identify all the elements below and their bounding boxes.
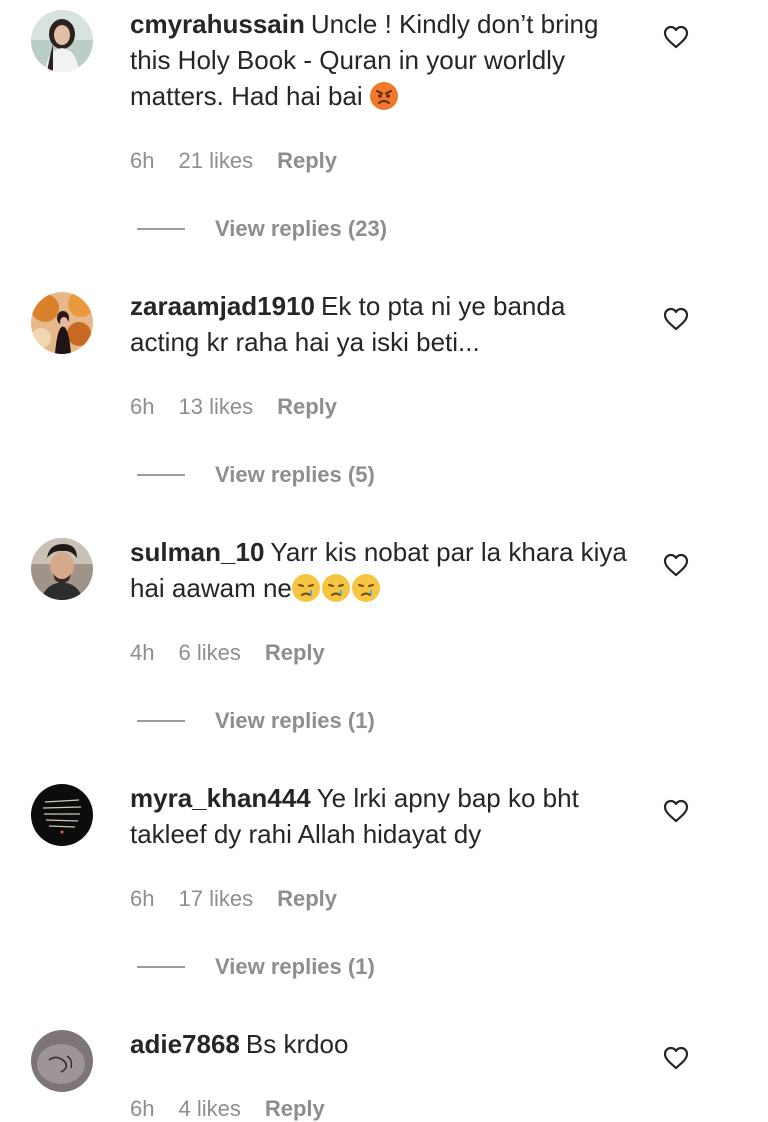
- reply-button[interactable]: Reply: [277, 148, 337, 174]
- timestamp: 6h: [130, 394, 155, 419]
- comment-text: myra_khan444 Ye lrki apny bap ko bht takl…: [130, 780, 630, 852]
- comment-item: adie7868 Bs krdoo 6h 4 likes Reply: [0, 1020, 768, 1121]
- angry-face-emoji-icon: [369, 82, 398, 110]
- comment-text: sulman_10 Yarr kis nobat par la khara kiy…: [130, 534, 630, 606]
- likes-count[interactable]: 6 likes: [178, 640, 240, 666]
- reply-button[interactable]: Reply: [265, 640, 325, 666]
- likes-count[interactable]: 13 likes: [178, 394, 253, 420]
- crying-face-emoji-icon: [321, 574, 350, 602]
- view-replies-label: View replies (5): [215, 462, 375, 487]
- timestamp: 4h: [130, 640, 155, 665]
- view-replies-label: View replies (1): [215, 708, 375, 733]
- username[interactable]: zaraamjad1910: [130, 291, 315, 321]
- heart-outline-icon[interactable]: [663, 25, 689, 49]
- likes-count[interactable]: 4 likes: [178, 1096, 240, 1122]
- comment-text: adie7868 Bs krdoo: [130, 1026, 630, 1062]
- likes-count[interactable]: 21 likes: [178, 148, 253, 174]
- avatar[interactable]: [31, 10, 93, 72]
- comment-item: sulman_10 Yarr kis nobat par la khara kiy…: [0, 528, 768, 774]
- reply-button[interactable]: Reply: [277, 394, 337, 420]
- comment-meta: 6h 4 likes Reply: [130, 1096, 325, 1122]
- view-replies-button[interactable]: View replies (1): [137, 954, 375, 980]
- comment-body: Bs krdoo: [245, 1029, 349, 1059]
- comment-meta: 6h 13 likes Reply: [130, 394, 337, 420]
- comment-item: zaraamjad1910 Ek to pta ni ye banda actin…: [0, 282, 768, 528]
- divider-line: [137, 720, 185, 722]
- view-replies-label: View replies (23): [215, 216, 388, 241]
- timestamp: 6h: [130, 148, 155, 173]
- comment-meta: 6h 21 likes Reply: [130, 148, 337, 174]
- comment-meta: 4h 6 likes Reply: [130, 640, 325, 666]
- username[interactable]: sulman_10: [130, 537, 264, 567]
- timestamp: 6h: [130, 886, 155, 911]
- username[interactable]: adie7868: [130, 1029, 240, 1059]
- heart-outline-icon[interactable]: [663, 799, 689, 823]
- crying-face-emoji-icon: [291, 574, 320, 602]
- divider-line: [137, 228, 185, 230]
- divider-line: [137, 966, 185, 968]
- avatar[interactable]: [31, 538, 93, 600]
- comment-meta: 6h 17 likes Reply: [130, 886, 337, 912]
- comment-text: cmyrahussain Uncle ! Kindly don’t bring t…: [130, 6, 630, 114]
- crying-face-emoji-icon: [351, 574, 380, 602]
- reply-button[interactable]: Reply: [277, 886, 337, 912]
- avatar[interactable]: [31, 1030, 93, 1092]
- view-replies-button[interactable]: View replies (5): [137, 462, 375, 488]
- heart-outline-icon[interactable]: [663, 553, 689, 577]
- timestamp: 6h: [130, 1096, 155, 1121]
- comment-text: zaraamjad1910 Ek to pta ni ye banda actin…: [130, 288, 630, 360]
- divider-line: [137, 474, 185, 476]
- view-replies-label: View replies (1): [215, 954, 375, 979]
- avatar[interactable]: [31, 784, 93, 846]
- comment-item: myra_khan444 Ye lrki apny bap ko bht takl…: [0, 774, 768, 1020]
- username[interactable]: cmyrahussain: [130, 9, 305, 39]
- avatar[interactable]: [31, 292, 93, 354]
- username[interactable]: myra_khan444: [130, 783, 311, 813]
- view-replies-button[interactable]: View replies (1): [137, 708, 375, 734]
- view-replies-button[interactable]: View replies (23): [137, 216, 387, 242]
- reply-button[interactable]: Reply: [265, 1096, 325, 1122]
- heart-outline-icon[interactable]: [663, 307, 689, 331]
- heart-outline-icon[interactable]: [663, 1046, 689, 1070]
- comment-item: cmyrahussain Uncle ! Kindly don’t bring t…: [0, 0, 768, 246]
- likes-count[interactable]: 17 likes: [178, 886, 253, 912]
